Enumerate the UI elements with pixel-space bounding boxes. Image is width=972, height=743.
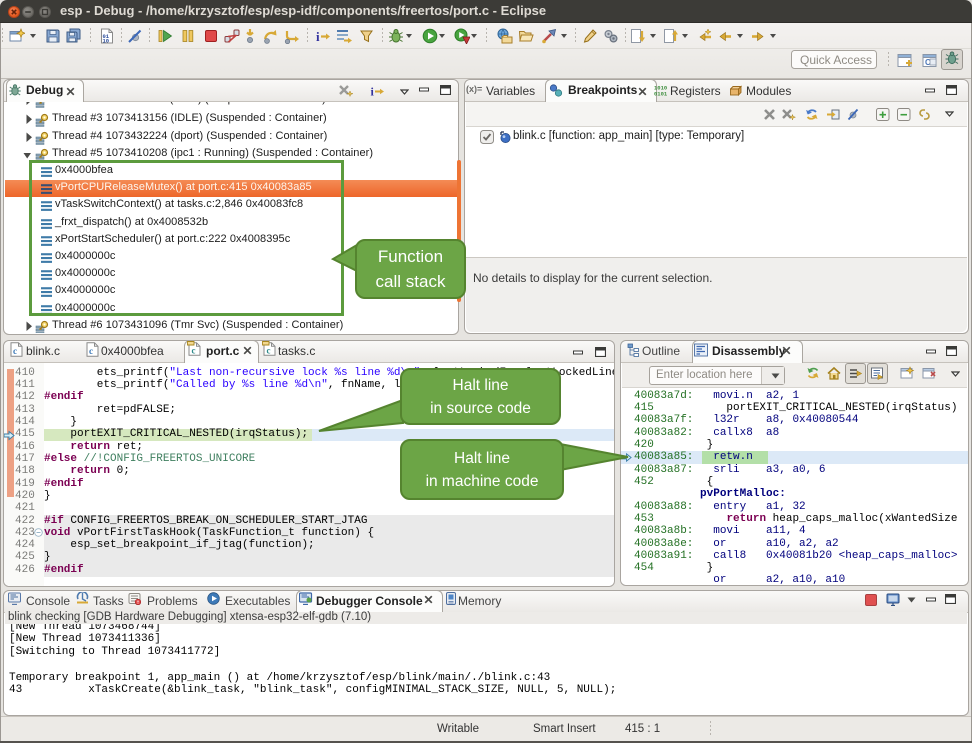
svg-text:c: c bbox=[192, 346, 196, 356]
svg-text:c: c bbox=[267, 346, 271, 356]
svg-text:10: 10 bbox=[103, 38, 110, 45]
svg-text:0101: 0101 bbox=[654, 91, 667, 98]
svg-text:i: i bbox=[371, 85, 375, 99]
svg-text:c: c bbox=[13, 346, 17, 356]
svg-text:c: c bbox=[89, 346, 93, 356]
svg-text:i: i bbox=[316, 29, 320, 44]
